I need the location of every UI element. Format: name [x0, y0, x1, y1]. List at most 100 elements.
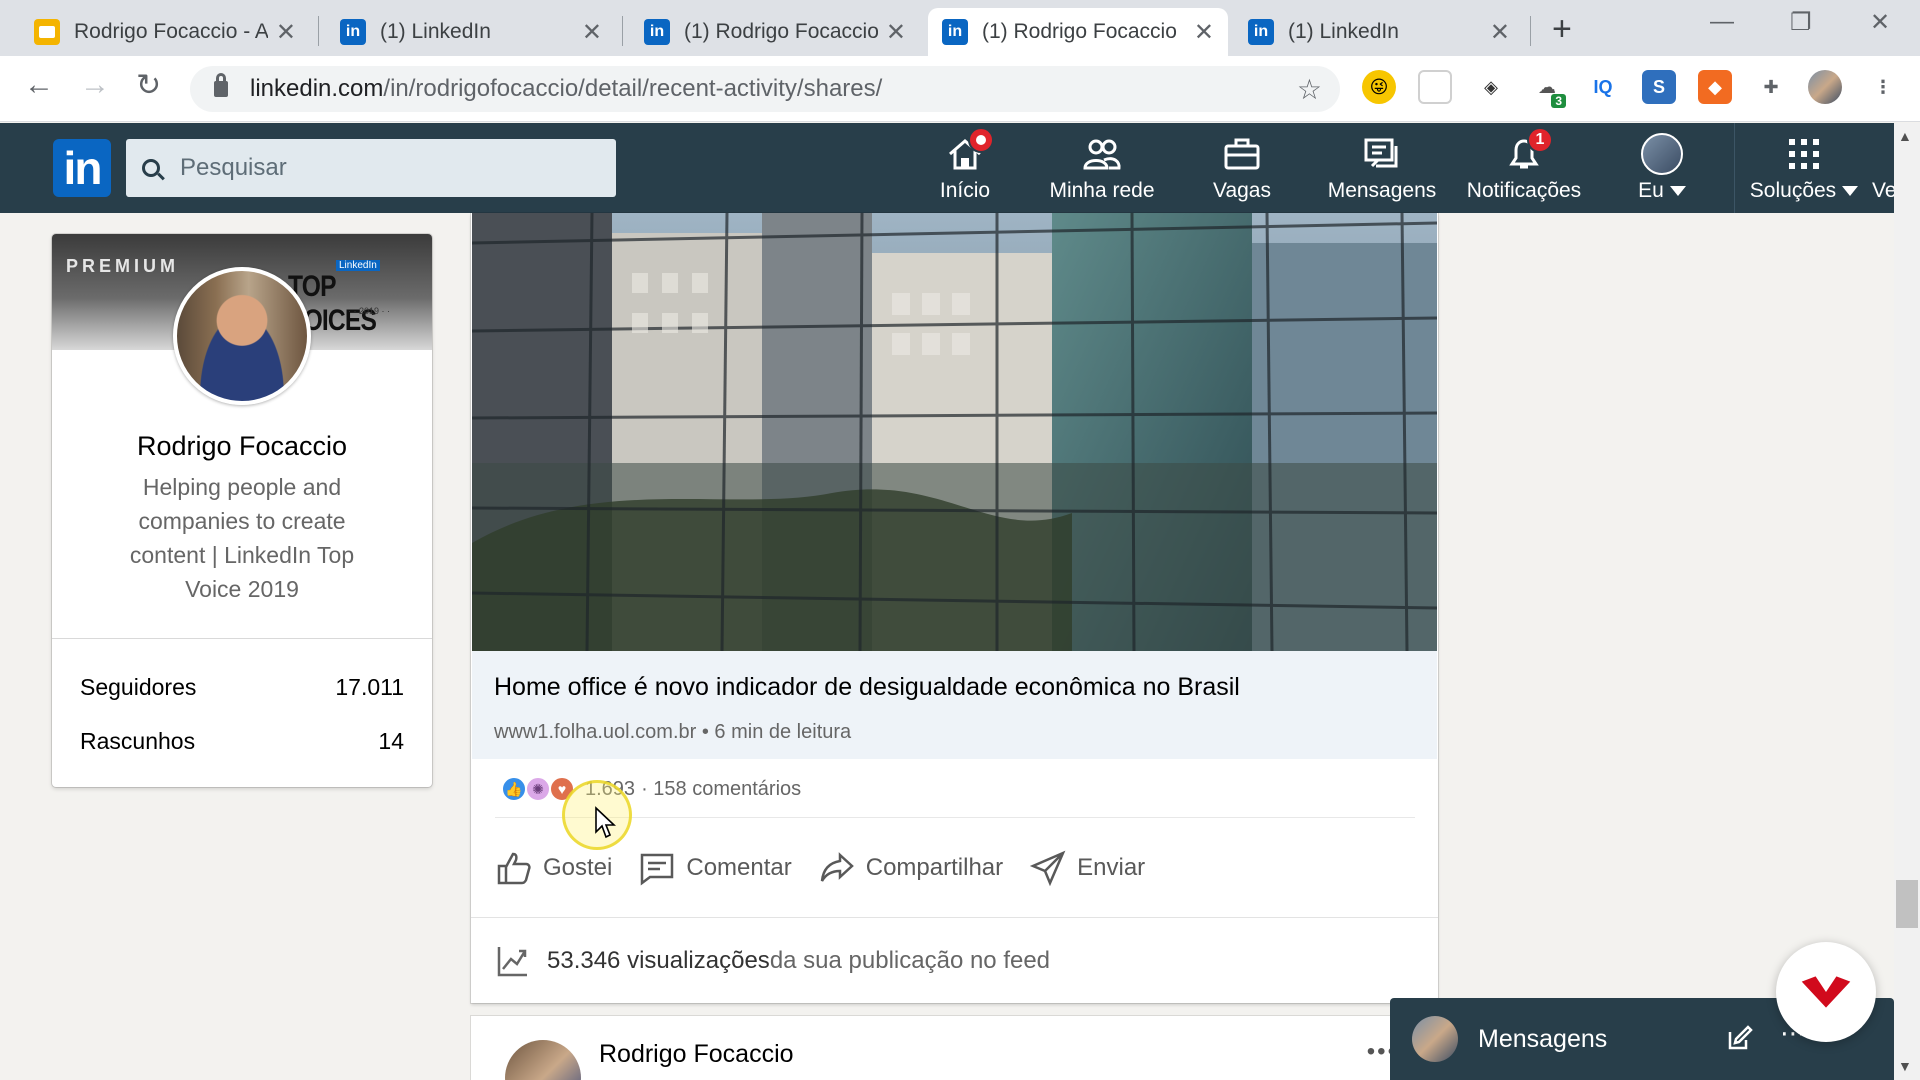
linkedin-icon: in: [644, 19, 670, 45]
tab-separator: [1530, 16, 1531, 46]
nav-notifications[interactable]: 1 Notificações: [1462, 123, 1586, 213]
cloud-extension-icon[interactable]: ☁ 3: [1530, 70, 1566, 108]
tab-title: (1) Rodrigo Focaccio: [982, 20, 1177, 43]
close-tab-icon[interactable]: ✕: [1490, 18, 1510, 47]
window-close-icon[interactable]: ✕: [1870, 8, 1890, 37]
scroll-up-icon[interactable]: ▲: [1898, 128, 1912, 144]
people-icon: [1079, 131, 1125, 177]
close-tab-icon[interactable]: ✕: [582, 18, 602, 47]
screenshot-extension-icon[interactable]: ◈: [1474, 70, 1508, 104]
profile-name[interactable]: Rodrigo Focaccio: [52, 431, 432, 462]
messaging-label: Mensagens: [1478, 1024, 1608, 1053]
profile-card: PREMIUM LinkedIn TOP VOICES · · 2019 · ·…: [52, 234, 432, 787]
search-box[interactable]: [126, 139, 616, 197]
page-scrollbar[interactable]: [1894, 123, 1920, 1080]
tab-title: (1) LinkedIn: [380, 20, 491, 43]
linkedin-icon: in: [340, 19, 366, 45]
article-link-box[interactable]: Home office é novo indicador de desigual…: [472, 651, 1437, 759]
compose-icon[interactable]: [1726, 1024, 1754, 1052]
new-tab-icon[interactable]: +: [1552, 10, 1572, 49]
nav-home-label: Início: [939, 179, 991, 202]
browser-tab[interactable]: Rodrigo Focaccio - A ✕: [20, 8, 310, 56]
browser-tab-active[interactable]: in (1) Rodrigo Focaccio ✕: [928, 8, 1228, 56]
scrollbar-thumb[interactable]: [1896, 880, 1918, 928]
kebab-menu-icon[interactable]: ⋮: [1866, 70, 1900, 104]
nav-network-label: Minha rede: [1049, 179, 1155, 202]
avatar: [1639, 131, 1685, 177]
like-button[interactable]: Gostei: [495, 849, 612, 887]
comments-count[interactable]: · 158 comentários: [641, 778, 801, 801]
browser-tab[interactable]: in (1) LinkedIn ✕: [326, 8, 616, 56]
browser-tab[interactable]: in (1) LinkedIn ✕: [1234, 8, 1524, 56]
nav-home[interactable]: Início: [910, 123, 1020, 213]
nav-messaging[interactable]: Mensagens: [1322, 123, 1442, 213]
avatar: [1412, 1016, 1458, 1062]
avatar[interactable]: [505, 1040, 581, 1080]
video-app-logo-icon[interactable]: [1776, 942, 1876, 1042]
s-extension-icon[interactable]: S: [1642, 70, 1676, 104]
minimize-icon[interactable]: —: [1710, 8, 1734, 36]
divider: [495, 817, 1415, 818]
thumbs-up-icon: [497, 852, 531, 885]
pocket-extension-icon[interactable]: [1418, 70, 1452, 104]
linkedin-header: in Início Minha rede Vagas Mensagens 1: [0, 123, 1897, 213]
address-bar[interactable]: linkedin.com/in/rodrigofocaccio/detail/r…: [190, 66, 1340, 112]
comment-icon: [641, 853, 674, 886]
nav-solutions[interactable]: Soluções: [1744, 123, 1864, 213]
nav-me[interactable]: Eu: [1614, 123, 1710, 213]
iq-extension-icon[interactable]: IQ: [1586, 70, 1620, 104]
stat-value: 14: [378, 728, 404, 754]
lock-icon: [214, 73, 228, 97]
chevron-down-icon: [1669, 186, 1686, 197]
close-tab-icon[interactable]: ✕: [276, 18, 296, 47]
search-input[interactable]: [180, 154, 600, 182]
article-source: www1.folha.uol.com.br • 6 min de leitura: [494, 721, 852, 743]
chevron-down-icon: [1842, 186, 1859, 197]
nav-network[interactable]: Minha rede: [1040, 123, 1164, 213]
nav-notifications-label: Notificações: [1466, 179, 1582, 202]
close-tab-icon[interactable]: ✕: [1194, 18, 1214, 47]
social-counts[interactable]: 👍 ✺ ♥ 1.693 · 158 comentários: [501, 776, 801, 802]
browser-toolbar: ← → ↻ linkedin.com/in/rodrigofocaccio/de…: [0, 56, 1920, 122]
like-reaction-icon: 👍: [501, 776, 527, 802]
back-icon[interactable]: ←: [24, 68, 54, 102]
post-card: Home office é novo indicador de desigual…: [471, 213, 1438, 1003]
post-views[interactable]: 53.346 visualizações da sua publicação n…: [495, 943, 1050, 979]
emoji-extension-icon[interactable]: 😜: [1362, 70, 1396, 104]
reload-icon[interactable]: ↻: [136, 68, 161, 103]
nav-jobs[interactable]: Vagas: [1192, 123, 1292, 213]
home-icon: [942, 127, 994, 177]
like-label: Gostei: [543, 854, 613, 881]
profile-avatar-icon[interactable]: [1808, 70, 1842, 104]
send-button[interactable]: Enviar: [1029, 849, 1145, 887]
send-label: Enviar: [1077, 854, 1146, 881]
slides-icon: [34, 19, 60, 45]
ublock-extension-icon[interactable]: ◆: [1698, 70, 1732, 104]
share-button[interactable]: Compartilhar: [818, 849, 1003, 887]
linkedin-logo[interactable]: in: [53, 139, 111, 197]
stat-drafts[interactable]: Rascunhos 14: [80, 728, 404, 755]
forward-icon[interactable]: →: [80, 68, 110, 102]
extensions-puzzle-icon[interactable]: ✚: [1754, 70, 1788, 104]
tab-separator: [318, 16, 319, 46]
nav-solutions-label: Soluções: [1750, 179, 1859, 203]
scroll-down-icon[interactable]: ▼: [1898, 1058, 1912, 1074]
divider: [52, 638, 432, 639]
share-label: Compartilhar: [865, 854, 1004, 881]
top-voices-year: · · 2019 · ·: [348, 306, 391, 316]
close-tab-icon[interactable]: ✕: [886, 18, 906, 47]
browser-tab[interactable]: in (1) Rodrigo Focaccio ✕: [630, 8, 920, 56]
stat-followers[interactable]: Seguidores 17.011: [80, 674, 404, 701]
article-image[interactable]: [472, 213, 1437, 651]
restore-icon[interactable]: ❐: [1790, 8, 1812, 37]
insightful-reaction-icon: ✺: [525, 776, 551, 802]
linkedin-icon: in: [942, 19, 968, 45]
comment-button[interactable]: Comentar: [638, 849, 792, 887]
article-title[interactable]: Home office é novo indicador de desigual…: [494, 673, 1240, 702]
premium-label: PREMIUM: [66, 256, 179, 276]
home-notification-dot: [968, 127, 994, 153]
tab-title: Rodrigo Focaccio - A: [74, 20, 268, 43]
post-author-name[interactable]: Rodrigo Focaccio: [599, 1040, 794, 1069]
profile-photo[interactable]: [173, 267, 311, 405]
bookmark-star-icon[interactable]: ☆: [1297, 73, 1322, 106]
